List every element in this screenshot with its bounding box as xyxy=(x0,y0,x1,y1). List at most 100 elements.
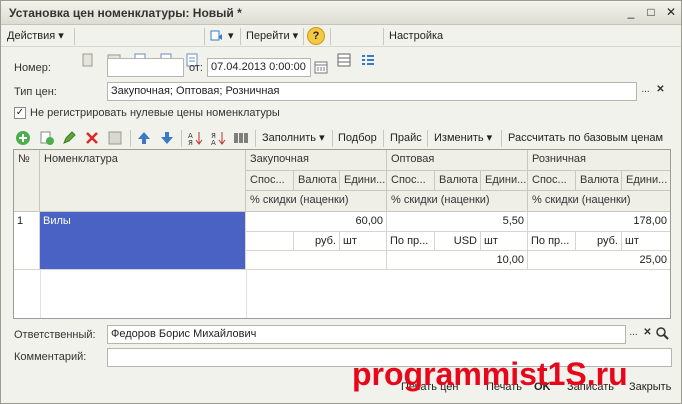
responsible-label: Ответственный: xyxy=(14,329,96,341)
recalc-button[interactable]: Рассчитать по базовым ценам xyxy=(508,130,663,146)
price-type-field[interactable]: Закупочная; Оптовая; Розничная xyxy=(107,82,637,101)
price-cell[interactable]: 60,00 xyxy=(246,212,387,232)
date-label: от: xyxy=(189,62,203,74)
fill-menu-label: Заполнить xyxy=(262,132,317,144)
col-num-header[interactable]: № xyxy=(14,150,40,212)
unit-header[interactable]: Едини... xyxy=(622,171,670,191)
close-button[interactable]: Закрыть xyxy=(629,378,671,396)
toolbar-separator xyxy=(255,130,256,147)
toolbar-separator xyxy=(204,28,205,45)
list-view-icon[interactable] xyxy=(360,52,376,68)
unit-header[interactable]: Едини... xyxy=(481,171,528,191)
price-grid[interactable]: № Номенклатура Закупочная Спос... Валюта… xyxy=(13,149,671,319)
end-edit-icon[interactable] xyxy=(107,130,123,146)
help-icon[interactable]: ? xyxy=(307,27,325,45)
unit-cell[interactable]: шт xyxy=(340,232,387,251)
col-item-header[interactable]: Номенклатура xyxy=(40,150,246,212)
method-header[interactable]: Спос... xyxy=(246,171,294,191)
method-header[interactable]: Спос... xyxy=(387,171,435,191)
unit-cell[interactable]: шт xyxy=(622,232,670,251)
sort-asc-icon[interactable]: AЯ xyxy=(187,130,203,146)
toolbar-separator xyxy=(130,130,131,147)
unit-cell[interactable]: шт xyxy=(481,232,528,251)
toolbar-separator xyxy=(427,130,428,147)
window-title: Установка цен номенклатуры: Новый * xyxy=(9,6,242,20)
toolbar-separator xyxy=(332,130,333,147)
edit-row-icon[interactable] xyxy=(61,130,77,146)
method-cell[interactable]: По пр... xyxy=(528,232,576,251)
group-header[interactable]: Оптовая xyxy=(387,150,528,171)
comment-label: Комментарий: xyxy=(14,351,87,363)
item-cell[interactable]: Вилы xyxy=(40,212,246,270)
zero-prices-checkbox[interactable]: ✓ xyxy=(14,107,26,119)
select-button[interactable]: Подбор xyxy=(338,130,377,146)
barcode-icon[interactable] xyxy=(233,130,249,146)
method-cell[interactable]: По пр... xyxy=(387,232,435,251)
method-header[interactable]: Спос... xyxy=(528,171,576,191)
discount-header[interactable]: % скидки (наценки) xyxy=(387,191,528,212)
responsible-select-button[interactable]: ... xyxy=(627,325,640,342)
actions-menu[interactable]: Действия ▾ xyxy=(7,28,64,45)
maximize-button[interactable]: □ xyxy=(643,5,659,20)
currency-header[interactable]: Валюта xyxy=(576,171,622,191)
close-window-button[interactable]: ✕ xyxy=(663,5,679,20)
number-field[interactable] xyxy=(107,58,184,77)
copy-icon[interactable] xyxy=(80,52,96,68)
responsible-clear-icon[interactable]: ✕ xyxy=(641,325,654,342)
toolbar-separator xyxy=(74,28,75,45)
responsible-field[interactable]: Федоров Борис Михайлович xyxy=(107,325,626,344)
toolbar-separator xyxy=(383,130,384,147)
settings-button[interactable]: Настройка xyxy=(389,28,443,45)
group-header[interactable]: Розничная xyxy=(528,150,670,171)
discount-cell[interactable] xyxy=(246,251,387,270)
price-cell[interactable]: 178,00 xyxy=(528,212,670,232)
price-cell[interactable]: 5,50 xyxy=(387,212,528,232)
toolbar-separator xyxy=(240,28,241,45)
date-field[interactable]: 07.04.2013 0:00:00 xyxy=(207,58,311,77)
add-row-icon[interactable] xyxy=(15,130,31,146)
change-menu[interactable]: Изменить ▾ xyxy=(434,130,492,146)
discount-cell[interactable]: 10,00 xyxy=(387,251,528,270)
site-watermark: programmist1S.ru xyxy=(352,356,628,392)
discount-header[interactable]: % скидки (наценки) xyxy=(528,191,670,212)
price-list-button[interactable]: Прайс xyxy=(390,130,422,146)
discount-header[interactable]: % скидки (наценки) xyxy=(246,191,387,212)
currency-header[interactable]: Валюта xyxy=(294,171,340,191)
open-icon[interactable] xyxy=(655,326,671,342)
minimize-button[interactable]: _ xyxy=(623,5,639,20)
move-up-icon[interactable] xyxy=(136,130,152,146)
currency-header[interactable]: Валюта xyxy=(435,171,481,191)
calendar-icon[interactable] xyxy=(313,59,329,75)
row-number[interactable]: 1 xyxy=(14,212,40,270)
group-header[interactable]: Закупочная xyxy=(246,150,387,171)
unit-header[interactable]: Едини... xyxy=(340,171,387,191)
toolbar-separator xyxy=(383,28,384,45)
zero-prices-label: Не регистрировать нулевые цены номенклат… xyxy=(30,107,280,119)
copy-row-icon[interactable] xyxy=(39,130,55,146)
table-view-icon[interactable] xyxy=(336,52,352,68)
price-type-select-button[interactable]: ... xyxy=(639,82,652,99)
title-bar[interactable]: Установка цен номенклатуры: Новый * _ □ … xyxy=(1,1,681,25)
sort-desc-icon[interactable]: ЯA xyxy=(210,130,226,146)
delete-row-icon[interactable] xyxy=(84,130,100,146)
number-label: Номер: xyxy=(14,62,51,74)
toolbar-separator xyxy=(501,130,502,147)
goto-menu[interactable]: Перейти ▾ xyxy=(246,28,298,45)
help-icon-glyph: ? xyxy=(312,30,320,42)
actions-menu-label: Действия xyxy=(7,30,56,42)
currency-cell[interactable]: руб. xyxy=(294,232,340,251)
currency-cell[interactable]: руб. xyxy=(576,232,622,251)
svg-text:A: A xyxy=(211,139,216,146)
price-type-clear-icon[interactable]: ✕ xyxy=(654,82,667,99)
main-toolbar: Действия ▾ ▾ Перейти ▾ ? Настройка xyxy=(1,25,681,67)
change-menu-label: Изменить xyxy=(434,132,484,144)
move-down-icon[interactable] xyxy=(159,130,175,146)
fill-menu[interactable]: Заполнить ▾ xyxy=(262,130,325,146)
toolbar-separator xyxy=(181,130,182,147)
price-type-label: Тип цен: xyxy=(14,86,57,98)
currency-cell[interactable]: USD xyxy=(435,232,481,251)
structure-menu[interactable]: ▾ xyxy=(209,28,234,45)
discount-cell[interactable]: 25,00 xyxy=(528,251,670,270)
method-cell[interactable] xyxy=(246,232,294,251)
structure-icon xyxy=(210,30,222,41)
